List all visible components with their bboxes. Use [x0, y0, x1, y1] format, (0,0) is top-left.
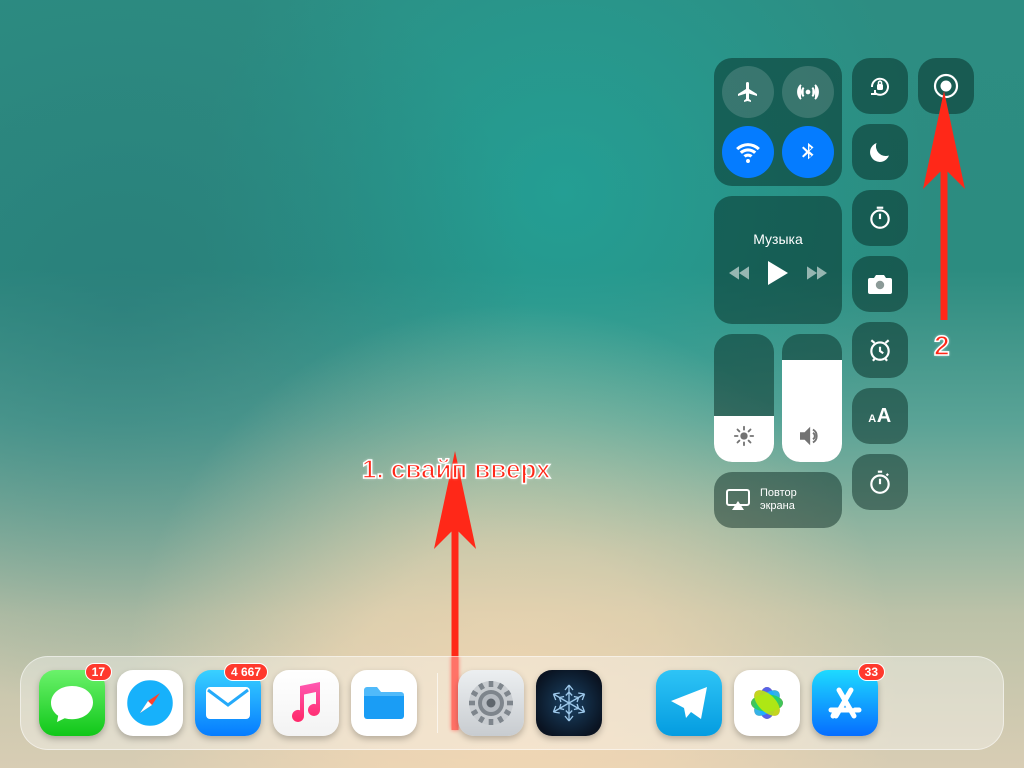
airplane-mode-toggle[interactable] — [722, 66, 774, 118]
brightness-icon — [733, 425, 755, 452]
alarm-clock-icon — [867, 337, 893, 363]
dock-app-music[interactable] — [273, 670, 339, 736]
orientation-lock-toggle[interactable] — [852, 58, 908, 114]
volume-icon — [800, 425, 824, 452]
screen-mirroring-tile[interactable]: Повтор экрана — [714, 472, 842, 528]
text-size-button[interactable]: AA — [852, 388, 908, 444]
dock-app-appstore[interactable]: 33 — [812, 670, 878, 736]
dock-app-safari[interactable] — [117, 670, 183, 736]
text-size-icon: AA — [868, 405, 891, 428]
music-note-icon — [288, 682, 324, 724]
do-not-disturb-toggle[interactable] — [852, 124, 908, 180]
play-button[interactable] — [767, 261, 789, 290]
dock-app-snowflake[interactable] — [536, 670, 602, 736]
volume-slider[interactable] — [782, 334, 842, 462]
badge-mail: 4 667 — [224, 663, 268, 681]
rotation-lock-icon — [866, 72, 894, 100]
stopwatch-button[interactable] — [852, 454, 908, 510]
brightness-slider[interactable] — [714, 334, 774, 462]
alarm-button[interactable] — [852, 322, 908, 378]
timer-button[interactable] — [852, 190, 908, 246]
camera-icon — [867, 273, 893, 295]
sliders-row — [714, 334, 842, 462]
wifi-toggle[interactable] — [722, 126, 774, 178]
photos-flower-icon — [743, 679, 791, 727]
screen-recording-button[interactable] — [918, 58, 974, 114]
appstore-a-icon — [824, 682, 866, 724]
folder-icon — [361, 684, 407, 722]
dock-app-messages[interactable]: 17 — [39, 670, 105, 736]
cc-right-column — [918, 58, 974, 114]
music-transport — [729, 261, 827, 290]
music-tile[interactable]: Музыка — [714, 196, 842, 324]
music-title: Музыка — [753, 231, 803, 247]
control-center: Музыка Повтор экрана — [714, 58, 974, 528]
moon-icon — [867, 139, 893, 165]
screen-mirroring-label: Повтор экрана — [760, 487, 797, 513]
paper-plane-icon — [669, 685, 709, 721]
badge-appstore: 33 — [858, 663, 885, 681]
dock-app-settings[interactable] — [458, 670, 524, 736]
annotation-swipe-up: 1. свайп вверх — [362, 454, 550, 485]
airplay-icon — [726, 489, 750, 511]
rewind-icon — [729, 265, 749, 281]
next-track-button[interactable] — [807, 265, 827, 286]
wifi-icon — [735, 139, 761, 165]
dock-app-photos[interactable] — [734, 670, 800, 736]
messages-icon — [49, 683, 95, 723]
connectivity-tile[interactable] — [714, 58, 842, 186]
dock-app-files[interactable] — [351, 670, 417, 736]
dock-app-telegram[interactable] — [656, 670, 722, 736]
cc-middle-column: AA — [852, 58, 908, 510]
gear-icon — [467, 679, 515, 727]
cc-left-column: Музыка Повтор экрана — [714, 58, 842, 528]
camera-button[interactable] — [852, 256, 908, 312]
play-icon — [767, 261, 789, 285]
mail-icon — [206, 687, 250, 719]
safari-icon — [124, 677, 176, 729]
timer-icon — [867, 205, 893, 231]
badge-messages: 17 — [85, 663, 112, 681]
airplane-icon — [736, 80, 760, 104]
previous-track-button[interactable] — [729, 265, 749, 286]
cellular-data-toggle[interactable] — [782, 66, 834, 118]
dock-app-mail[interactable]: 4 667 — [195, 670, 261, 736]
record-icon — [932, 72, 960, 100]
dock-divider — [437, 673, 438, 733]
dock: 17 4 667 — [20, 656, 1004, 750]
bluetooth-icon — [797, 141, 819, 163]
stopwatch-icon — [867, 469, 893, 495]
bluetooth-toggle[interactable] — [782, 126, 834, 178]
forward-icon — [807, 265, 827, 281]
cellular-antenna-icon — [795, 79, 821, 105]
snowflake-icon — [546, 680, 592, 726]
